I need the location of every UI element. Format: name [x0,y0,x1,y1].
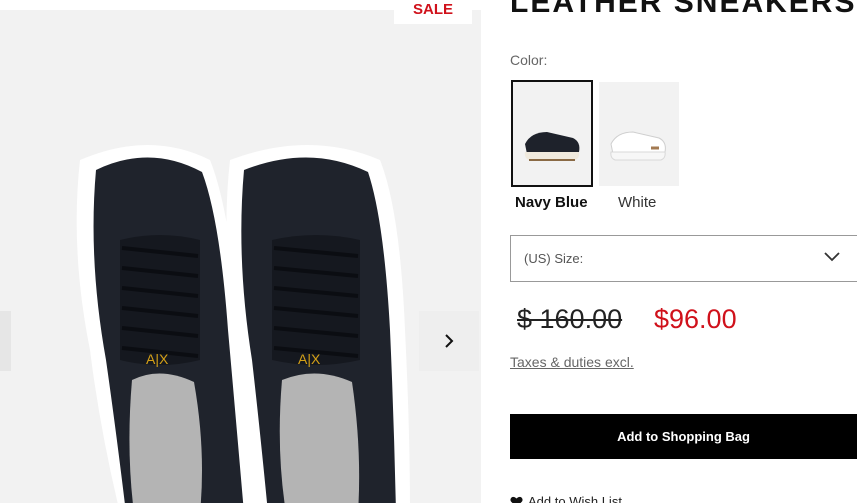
original-price: $ 160.00 [517,304,623,334]
swatch-image-white-sneaker [610,131,666,161]
next-image-button[interactable] [419,311,479,371]
size-dropdown[interactable]: (US) Size: [510,235,857,282]
swatch-image-navy-sneaker [524,132,580,161]
size-dropdown-label: (US) Size: [524,251,584,266]
product-title: LEATHER SNEAKERS [510,0,857,19]
svg-text:A|X: A|X [146,351,169,367]
color-option-label-navy-blue: Navy Blue [515,194,588,211]
product-image-gallery: A|X A|X [0,10,481,503]
product-image-navy-sneakers: A|X A|X [76,145,410,503]
color-option-label-white: White [618,194,657,211]
color-swatch-white[interactable] [599,82,679,186]
sale-price: $96.00 [654,304,737,334]
heart-icon [510,496,523,503]
svg-text:A|X: A|X [298,351,321,367]
color-label: Color: [510,52,548,68]
color-swatch-navy-blue[interactable] [511,80,593,187]
chevron-right-icon [445,334,454,348]
taxes-duties-link[interactable]: Taxes & duties excl. [510,354,634,370]
wish-list-label: Add to Wish List [528,494,622,503]
previous-image-button[interactable] [0,311,11,371]
add-to-wish-list-link[interactable]: Add to Wish List [510,494,622,503]
add-to-shopping-bag-button[interactable]: Add to Shopping Bag [510,414,857,459]
sale-badge: SALE [394,0,472,24]
chevron-down-icon [824,252,840,262]
